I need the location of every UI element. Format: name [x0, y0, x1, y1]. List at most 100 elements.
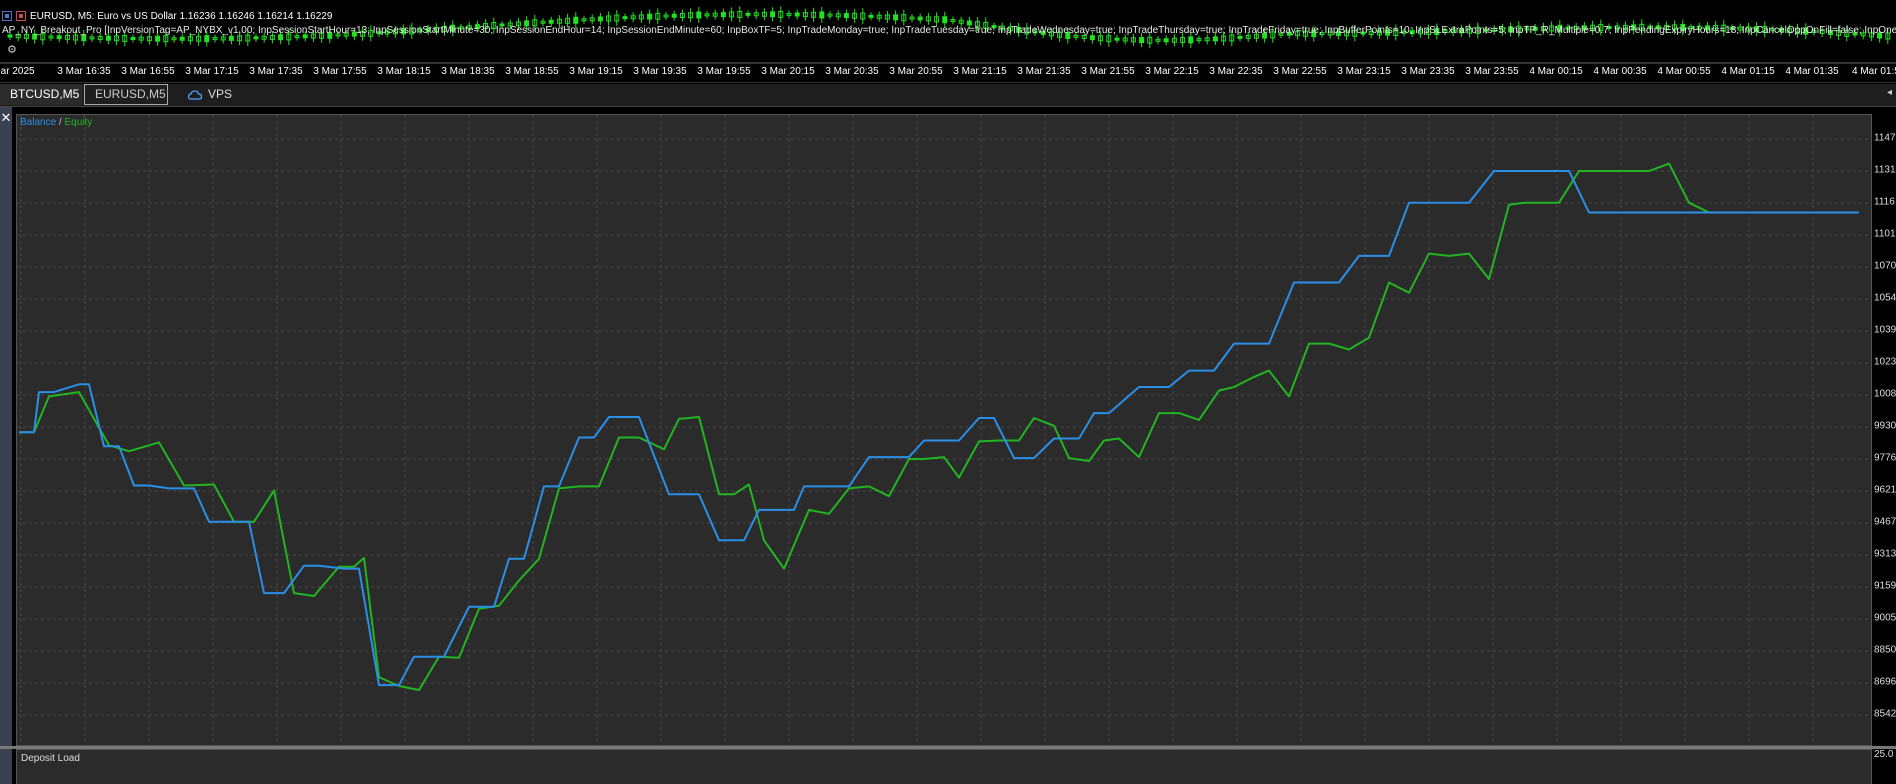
candle [573, 16, 579, 24]
candle [720, 12, 726, 18]
time-axis: 3 Mar 2025 3 Mar 16:35 3 Mar 16:55 3 Mar 17… [0, 64, 1896, 80]
time-tick-label: 3 Mar 22:55 [1273, 66, 1327, 77]
series-line-balance [19, 170, 1859, 687]
candle [179, 36, 185, 41]
time-tick-label: 3 Mar 22:15 [1145, 66, 1199, 77]
flag-icon [16, 11, 26, 21]
time-tick-label: 3 Mar 21:55 [1081, 66, 1135, 77]
close-icon[interactable]: ✕ [0, 111, 12, 125]
candle [868, 14, 874, 18]
y-tick-label: 8542 [1874, 708, 1896, 720]
time-tick-label: 3 Mar 18:15 [377, 66, 431, 77]
y-tick-label: 1039 [1874, 324, 1896, 336]
tab-vps-label: VPS [208, 87, 233, 101]
candle [1188, 36, 1194, 44]
candle [942, 16, 948, 24]
deposit-load-panel: Deposit Load [16, 749, 1872, 784]
candle [671, 13, 677, 18]
candle [1114, 37, 1120, 41]
time-tick-label: 3 Mar 20:35 [825, 66, 879, 77]
candle [1163, 38, 1169, 43]
time-tick-label: 4 Mar 01:35 [1785, 66, 1839, 77]
chart-legend: Balance / Equity [20, 117, 92, 128]
candle [1089, 35, 1095, 41]
candle [105, 35, 111, 41]
candle [228, 35, 234, 41]
gear-icon[interactable]: ⚙ [7, 43, 17, 56]
tab-eurusd-m5[interactable]: EURUSD,M5 [84, 84, 168, 105]
tabs-scroll-icon[interactable]: ◂ [1887, 87, 1892, 98]
time-tick-label: 3 Mar 23:35 [1401, 66, 1455, 77]
time-tick-label: 3 Mar 23:55 [1465, 66, 1519, 77]
candle [696, 11, 702, 19]
y-tick-label: 1101 [1874, 228, 1896, 240]
candle [204, 35, 210, 43]
time-tick-label: 3 Mar 20:15 [761, 66, 815, 77]
legend-equity: Equity [64, 117, 93, 128]
candle [745, 12, 751, 16]
time-tick-label: 3 Mar 22:35 [1209, 66, 1263, 77]
candle [548, 19, 554, 24]
cloud-icon [188, 89, 202, 100]
time-tick-label: 3 Mar 18:35 [441, 66, 495, 77]
y-tick-label: 9621 [1874, 484, 1896, 496]
legend-balance: Balance [20, 117, 57, 128]
y-tick-label: 9159 [1874, 580, 1896, 592]
time-tick-label: 3 Mar 16:55 [121, 66, 175, 77]
candle [1139, 37, 1145, 44]
time-tick-label: 3 Mar 19:55 [697, 66, 751, 77]
time-tick-label: 4 Mar 01:15 [1721, 66, 1775, 77]
tab-btcusd-m5[interactable]: BTCUSD,M5 [0, 84, 82, 105]
y-tick-label: 1054 [1874, 292, 1896, 304]
time-tick-label: 3 Mar 23:15 [1337, 66, 1391, 77]
time-tick-label: 3 Mar 19:35 [633, 66, 687, 77]
candle [1212, 36, 1218, 42]
time-tick-label: 4 Mar 00:55 [1657, 66, 1711, 77]
candle [770, 11, 776, 18]
y-tick-label: 1070 [1874, 260, 1896, 272]
candle [647, 13, 653, 20]
tab-vps[interactable]: VPS [178, 84, 248, 105]
time-tick-label: 4 Mar 01:5 [1852, 66, 1896, 77]
candle [597, 16, 603, 22]
candle [1237, 35, 1243, 39]
deposit-load-title: Deposit Load [21, 753, 80, 764]
balance-equity-plot [17, 115, 1873, 747]
time-tick-label: 3 Mar 21:35 [1017, 66, 1071, 77]
price-axis: 1147 1131 1116 1101 1070 1054 1039 1023 1008 9930… [1872, 107, 1896, 752]
ea-parameters: AP_NY_Breakout_Pro [InpVersionTag=AP_NYB… [2, 25, 1896, 36]
y-tick-label: 1131 [1874, 164, 1896, 176]
side-rail [0, 107, 12, 784]
y-tick-label: 1116 [1874, 196, 1895, 208]
candle [794, 12, 800, 17]
top-price-chart: EURUSD, M5: Euro vs US Dollar 1.16236 1.… [0, 0, 1896, 83]
chart-tabs: BTCUSD,M5 EURUSD,M5 VPS [0, 84, 1896, 107]
time-tick-label: 3 Mar 16:35 [57, 66, 111, 77]
chart-icon [2, 11, 12, 21]
candle [917, 16, 923, 21]
time-tick-label: 3 Mar 17:35 [249, 66, 303, 77]
time-tick-label: 3 Mar 21:15 [953, 66, 1007, 77]
symbol-info: EURUSD, M5: Euro vs US Dollar 1.16236 1.… [2, 9, 332, 23]
y-tick-label: 1023 [1874, 356, 1896, 368]
time-tick-label: 3 Mar 18:55 [505, 66, 559, 77]
candle [253, 36, 259, 40]
candle [130, 37, 136, 41]
symbol-info-text: EURUSD, M5: Euro vs US Dollar 1.16236 1.… [30, 10, 333, 22]
time-tick-label: 3 Mar 17:15 [185, 66, 239, 77]
candle [893, 14, 899, 21]
deposit-load-axis-label: 25.0 [1874, 749, 1894, 760]
candle [56, 35, 62, 40]
y-tick-label: 1008 [1874, 388, 1896, 400]
time-tick-label: 4 Mar 00:15 [1529, 66, 1583, 77]
y-tick-label: 9930 [1874, 420, 1896, 432]
time-tick-label: 3 Mar 2025 [0, 66, 35, 77]
balance-equity-chart [16, 114, 1873, 747]
time-tick-label: 4 Mar 00:35 [1593, 66, 1647, 77]
candle [155, 35, 161, 42]
time-tick-label: 3 Mar 20:55 [889, 66, 943, 77]
time-tick-label: 3 Mar 17:55 [313, 66, 367, 77]
candle [819, 11, 825, 19]
y-tick-label: 8850 [1874, 644, 1896, 656]
time-tick-label: 3 Mar 19:15 [569, 66, 623, 77]
